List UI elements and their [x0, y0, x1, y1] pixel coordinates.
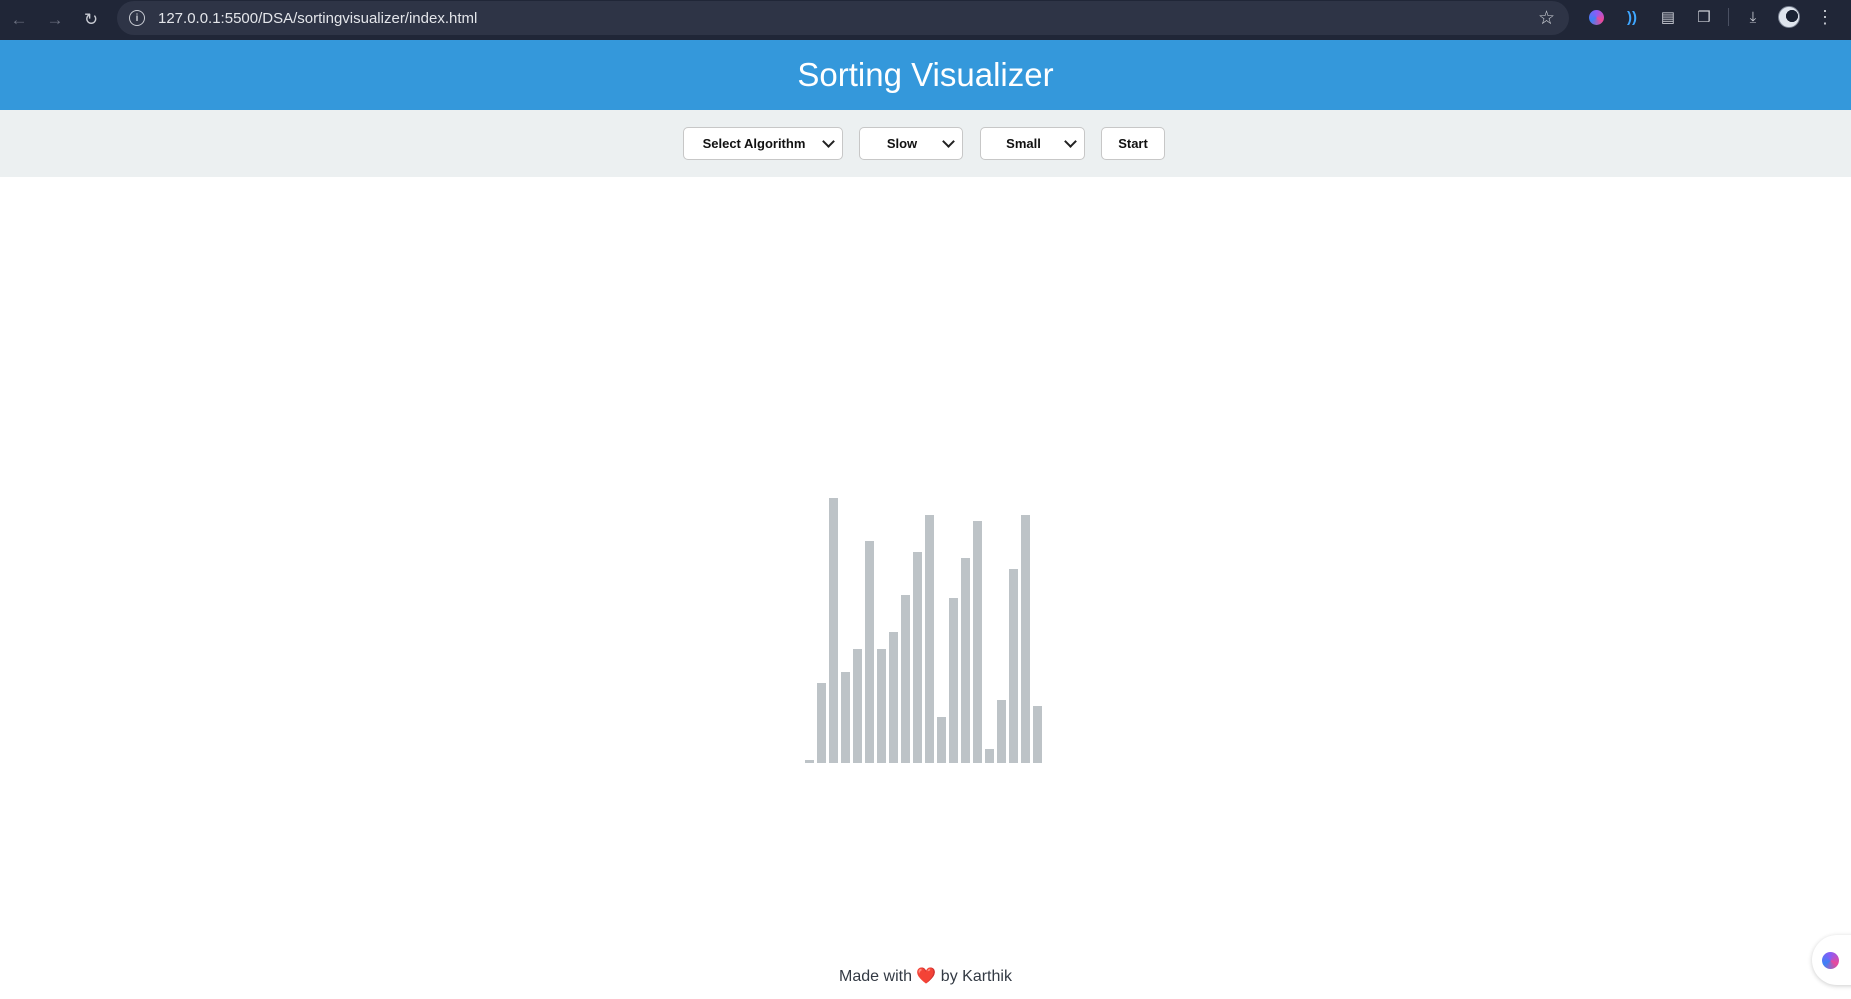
array-bar [985, 749, 994, 763]
start-button[interactable]: Start [1101, 127, 1165, 160]
brain-extension-icon[interactable] [1578, 0, 1614, 34]
puzzle-extensions-icon[interactable]: ❒ [1686, 0, 1722, 34]
reload-icon[interactable]: ↻ [73, 4, 109, 36]
bars-container [0, 177, 1851, 937]
menu-kebab-icon[interactable]: ⋮ [1807, 0, 1843, 34]
algorithm-select[interactable]: Select Algorithm [683, 127, 843, 160]
array-bar [1033, 706, 1042, 763]
array-bar [949, 598, 958, 763]
array-bar [937, 717, 946, 763]
footer-prefix: Made with [839, 968, 912, 985]
array-bar [913, 552, 922, 763]
extensions-area: )) ▤ ❒ ⤓ ⋮ [1578, 0, 1843, 34]
array-bar [829, 498, 838, 763]
page-header: Sorting Visualizer [0, 40, 1851, 110]
chevron-down-icon [942, 134, 955, 148]
size-select[interactable]: Small [980, 127, 1085, 160]
browser-toolbar: ← → ↻ i 127.0.0.1:5500/DSA/sortingvisual… [0, 0, 1851, 40]
speed-select-value: Slow [886, 136, 918, 151]
array-bar [925, 515, 934, 763]
array-bar [961, 558, 970, 763]
chevron-down-icon [1064, 134, 1077, 148]
forward-icon[interactable]: → [37, 4, 73, 36]
profile-avatar[interactable] [1771, 0, 1807, 34]
array-bar [877, 649, 886, 763]
array-bar [805, 760, 814, 763]
controls-bar: Select Algorithm Slow Small Start [0, 110, 1851, 177]
speed-select[interactable]: Slow [859, 127, 963, 160]
footer-author: by Karthik [940, 968, 1012, 985]
url-text[interactable]: 127.0.0.1:5500/DSA/sortingvisualizer/ind… [158, 10, 477, 27]
download-icon[interactable]: ⤓ [1735, 0, 1771, 34]
array-bar [853, 649, 862, 763]
algorithm-select-value: Select Algorithm [702, 136, 806, 151]
heart-icon: ❤️ [916, 968, 937, 985]
bookmark-star-icon[interactable]: ☆ [1538, 7, 1555, 30]
media-extension-icon[interactable]: ▤ [1650, 0, 1686, 34]
back-icon[interactable]: ← [1, 4, 37, 36]
array-bar [817, 683, 826, 763]
site-info-icon[interactable]: i [129, 10, 145, 26]
address-bar[interactable]: i 127.0.0.1:5500/DSA/sortingvisualizer/i… [117, 1, 1569, 35]
chevron-down-icon [822, 134, 835, 148]
size-select-value: Small [1006, 136, 1041, 151]
array-bar [1009, 569, 1018, 763]
toolbar-divider [1728, 8, 1729, 26]
footer: Made with ❤️ by Karthik [0, 966, 1851, 986]
array-bar [841, 672, 850, 763]
array-bar [901, 595, 910, 763]
array-bar [865, 541, 874, 763]
page-title: Sorting Visualizer [797, 56, 1054, 93]
brain-icon [1822, 951, 1839, 969]
array-bar [1021, 515, 1030, 763]
array-bar [973, 521, 982, 763]
array-bar [889, 632, 898, 763]
wave-extension-icon[interactable]: )) [1614, 0, 1650, 34]
array-bar [997, 700, 1006, 763]
